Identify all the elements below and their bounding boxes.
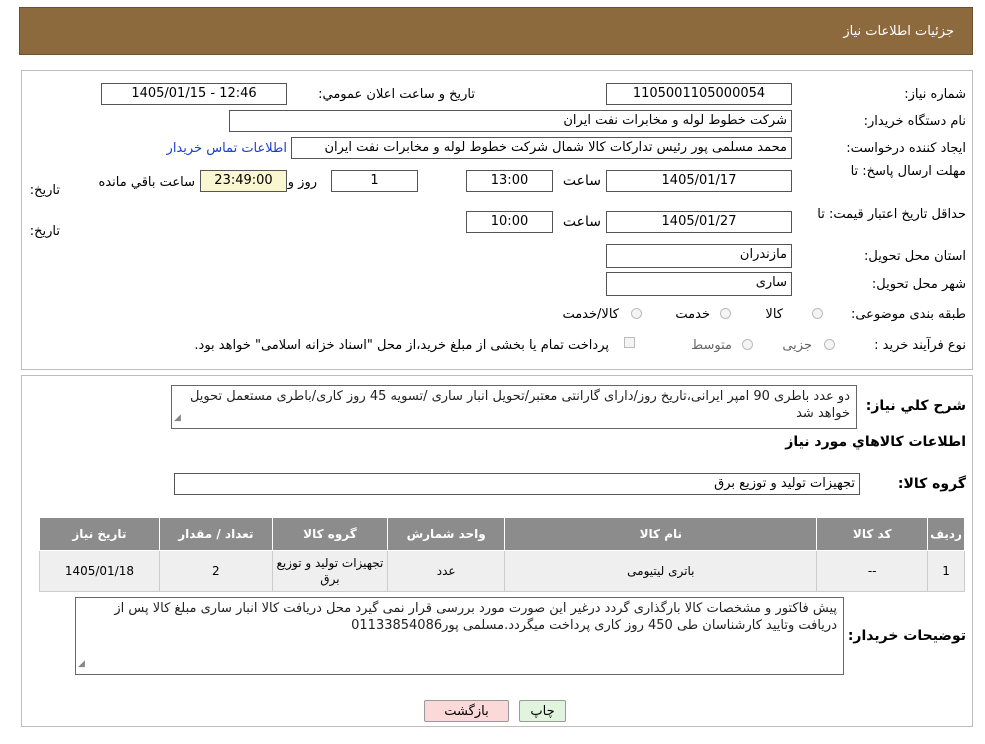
need-number-field: 1105001105000054 [606,83,792,105]
goods-section-title: اطلاعات كالاهاي مورد نیاز [785,434,966,450]
buyer-notes-text: پیش فاکتور و مشخصات کالا بارگذاری گردد د… [114,601,837,633]
back-button[interactable]: بازگشت [424,700,509,722]
cell-name: باتری لیتیومی [504,550,818,592]
need-number-label: شماره نیاز: [904,87,966,102]
treasury-note: پرداخت تمام یا بخشی از مبلغ خرید،از محل … [194,338,609,353]
resize-grip-icon[interactable]: ◢ [174,410,181,427]
remaining-days: 1 [331,170,418,192]
requester-field: محمد مسلمی پور رئیس تدارکات کالا شمال شر… [291,137,792,159]
price-validity-label-2: تاریخ: [29,224,60,239]
province-label: استان محل تحویل: [864,249,966,264]
process-option-minor: جزیی [782,338,812,353]
buyer-org-field: شرکت خطوط لوله و مخابرات نفت ایران [229,110,792,132]
col-unit: واحد شمارش [387,517,506,551]
category-option-service: خدمت [675,307,710,322]
page-title: جزئیات اطلاعات نیاز [843,24,954,39]
reply-deadline-date: 1405/01/17 [606,170,792,192]
col-group: گروه کالا [271,517,389,551]
treasury-checkbox[interactable] [624,337,635,348]
category-radio-goods[interactable] [812,308,823,319]
category-label: طبقه بندی موضوعی: [850,307,966,322]
goods-table: ردیف کد کالا نام کالا واحد شمارش گروه کا… [39,517,965,592]
process-radio-medium[interactable] [742,339,753,350]
col-qty: تعداد / مقدار [158,517,273,551]
price-validity-label-1: حداقل تاریخ اعتبار قیمت: تا [817,207,966,222]
buyer-notes-label: توضیحات خریدار: [847,628,966,644]
category-option-goods: کالا [765,307,783,322]
process-option-medium: متوسط [691,338,732,353]
announce-datetime-field: 1405/01/15 - 12:46 [101,83,287,105]
remaining-time: 23:49:00 [200,170,287,192]
city-field: ساری [606,272,792,296]
table-row: 1 -- باتری لیتیومی عدد تجهیزات تولید و ت… [39,550,965,592]
col-name: نام کالا [504,517,818,551]
col-date: تاریخ نیاز [39,517,160,551]
buyer-org-label: نام دستگاه خریدار: [863,114,966,129]
summary-text: دو عدد باطری 90 امپر ایرانی،تاریخ روز/دا… [189,389,850,421]
table-header-row: ردیف کد کالا نام کالا واحد شمارش گروه کا… [39,517,965,551]
requester-label: ایجاد کننده درخواست: [846,141,966,156]
process-radio-minor[interactable] [824,339,835,350]
city-label: شهر محل تحویل: [871,277,966,292]
goods-group-label: گروه کالا: [897,476,966,492]
summary-textarea[interactable]: دو عدد باطری 90 امپر ایرانی،تاریخ روز/دا… [171,385,857,429]
buyer-contact-link[interactable]: اطلاعات تماس خریدار [167,141,287,156]
reply-deadline-time: 13:00 [466,170,553,192]
resize-grip-icon[interactable]: ◢ [78,656,85,673]
goods-group-field: تجهیزات تولید و توزیع برق [174,473,860,495]
page-header: جزئیات اطلاعات نیاز [19,7,973,55]
price-validity-date: 1405/01/27 [606,211,792,233]
cell-group: تجهیزات تولید و توزیع برق [271,550,389,592]
reply-deadline-time-label: ساعت [562,173,601,189]
remaining-label: ساعت باقي مانده [98,175,195,190]
col-row: ردیف [927,517,965,551]
col-code: کد کالا [816,517,929,551]
days-label: روز و [287,175,317,190]
cell-date: 1405/01/18 [39,550,160,592]
cell-code: -- [816,550,929,592]
category-radio-service[interactable] [720,308,731,319]
reply-deadline-label-2: تاریخ: [29,183,60,198]
process-label: نوع فرآیند خرید : [874,338,966,353]
cell-row: 1 [927,550,965,592]
announce-datetime-label: تاریخ و ساعت اعلان عمومي: [318,87,475,102]
print-button[interactable]: چاپ [519,700,566,722]
buyer-notes-textarea[interactable]: پیش فاکتور و مشخصات کالا بارگذاری گردد د… [75,597,844,675]
price-validity-time: 10:00 [466,211,553,233]
cell-unit: عدد [387,550,506,592]
reply-deadline-label-1: مهلت ارسال پاسخ: تا [850,164,966,179]
cell-qty: 2 [158,550,273,592]
province-field: مازندران [606,244,792,268]
category-option-goods-service: کالا/خدمت [562,307,619,322]
summary-label: شرح کلي نیاز: [865,398,966,414]
price-validity-time-label: ساعت [562,214,601,230]
category-radio-goods-service[interactable] [631,308,642,319]
